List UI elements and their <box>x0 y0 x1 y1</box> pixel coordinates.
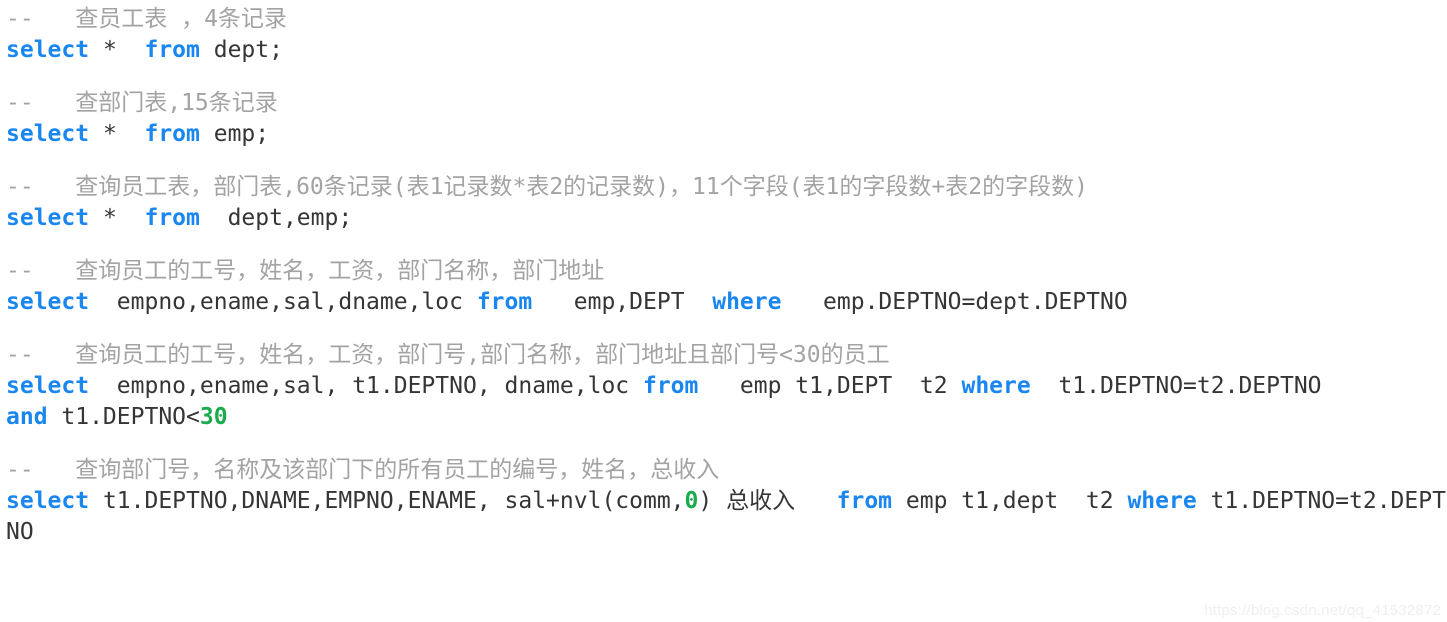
sql-token-plain: emp t1,DEPT t2 <box>698 373 962 399</box>
sql-token-kw: from <box>144 205 200 231</box>
sql-token-plain: empno,ename,sal, t1.DEPTNO, dname,loc <box>89 373 643 399</box>
statement-list: -- 查员工表 ，4条记录 select * from dept; -- 查部门表,… <box>6 4 1447 548</box>
statement-spacer <box>6 433 1447 455</box>
sql-token-plain: emp; <box>199 121 270 147</box>
sql-comment-line: -- 查询部门号，名称及该部门下的所有员工的编号，姓名，总收入 <box>6 457 720 483</box>
sql-token-kw: where <box>712 289 782 315</box>
watermark-text: https://blog.csdn.net/qq_41532872 <box>1204 602 1441 619</box>
sql-token-kw: from <box>642 373 699 399</box>
sql-token-plain: t1.DEPTNO,DNAME,EMPNO,ENAME, sal+nvl(com… <box>89 488 685 514</box>
sql-token-plain: dept; <box>199 37 283 63</box>
sql-code-line: select * from emp; <box>6 119 1447 150</box>
sql-token-plain: emp t1,dept t2 <box>892 488 1128 514</box>
sql-code-line: select * from dept,emp; <box>6 203 1447 234</box>
sql-statement: -- 查询员工表，部门表,60条记录(表1记录数*表2的记录数)，11个字段(表… <box>6 172 1447 234</box>
sql-token-kw: from <box>836 488 893 514</box>
statement-spacer <box>6 150 1447 172</box>
sql-code-line: select empno,ename,sal, t1.DEPTNO, dname… <box>6 371 1447 402</box>
sql-statement: -- 查员工表 ，4条记录 select * from dept; <box>6 4 1447 66</box>
sql-comment-line: -- 查询员工的工号，姓名，工资，部门号,部门名称，部门地址且部门号<30的员工 <box>6 342 890 368</box>
sql-code-line: select empno,ename,sal,dname,loc from em… <box>6 287 1447 318</box>
sql-token-num: 0 <box>684 488 699 514</box>
sql-token-kw: select <box>6 121 90 147</box>
sql-token-plain: t1.DEPTNO< <box>47 404 200 430</box>
sql-token-kw: where <box>1127 488 1197 514</box>
sql-token-plain: * <box>89 37 145 63</box>
sql-comment-line: -- 查部门表,15条记录 <box>6 90 278 116</box>
sql-token-num: 30 <box>199 404 228 430</box>
sql-token-plain: emp,DEPT <box>532 289 713 315</box>
statement-spacer <box>6 234 1447 256</box>
sql-token-plain: emp.DEPTNO=dept.DEPTNO <box>781 289 1128 315</box>
sql-token-kw: and <box>6 404 48 430</box>
sql-token-plain: ) 总收入 <box>698 488 837 514</box>
sql-token-kw: select <box>6 488 90 514</box>
sql-token-kw: where <box>961 373 1031 399</box>
sql-code-line: select * from dept; <box>6 35 1447 66</box>
sql-comment-line: -- 查员工表 ，4条记录 <box>6 6 287 32</box>
sql-token-kw: select <box>6 205 90 231</box>
sql-token-kw: select <box>6 37 90 63</box>
sql-code-line: select t1.DEPTNO,DNAME,EMPNO,ENAME, sal+… <box>6 486 1447 548</box>
sql-token-kw: select <box>6 289 90 315</box>
sql-statement: -- 查询部门号，名称及该部门下的所有员工的编号，姓名，总收入 select t1… <box>6 455 1447 548</box>
statement-spacer <box>6 318 1447 340</box>
sql-token-plain: dept,emp; <box>199 205 353 231</box>
sql-token-kw: select <box>6 373 90 399</box>
sql-statement: -- 查询员工的工号，姓名，工资，部门名称，部门地址 select empno,e… <box>6 256 1447 318</box>
sql-code-line: and t1.DEPTNO<30 <box>6 402 1447 433</box>
sql-token-kw: from <box>144 121 200 147</box>
statement-spacer <box>6 66 1447 88</box>
sql-token-kw: from <box>476 289 533 315</box>
sql-token-kw: from <box>144 37 200 63</box>
sql-comment-line: -- 查询员工表，部门表,60条记录(表1记录数*表2的记录数)，11个字段(表… <box>6 174 1088 200</box>
sql-statement: -- 查询员工的工号，姓名，工资，部门号,部门名称，部门地址且部门号<30的员工… <box>6 340 1447 433</box>
sql-statement: -- 查部门表,15条记录 select * from emp; <box>6 88 1447 150</box>
sql-token-plain: * <box>89 205 145 231</box>
sql-token-plain: empno,ename,sal,dname,loc <box>89 289 477 315</box>
sql-token-plain: t1.DEPTNO=t2.DEPTNO <box>1030 373 1322 399</box>
sql-comment-line: -- 查询员工的工号，姓名，工资，部门名称，部门地址 <box>6 258 605 284</box>
sql-token-plain: * <box>89 121 145 147</box>
sql-code-block[interactable]: -- 查员工表 ，4条记录 select * from dept; -- 查部门表,… <box>0 0 1447 622</box>
